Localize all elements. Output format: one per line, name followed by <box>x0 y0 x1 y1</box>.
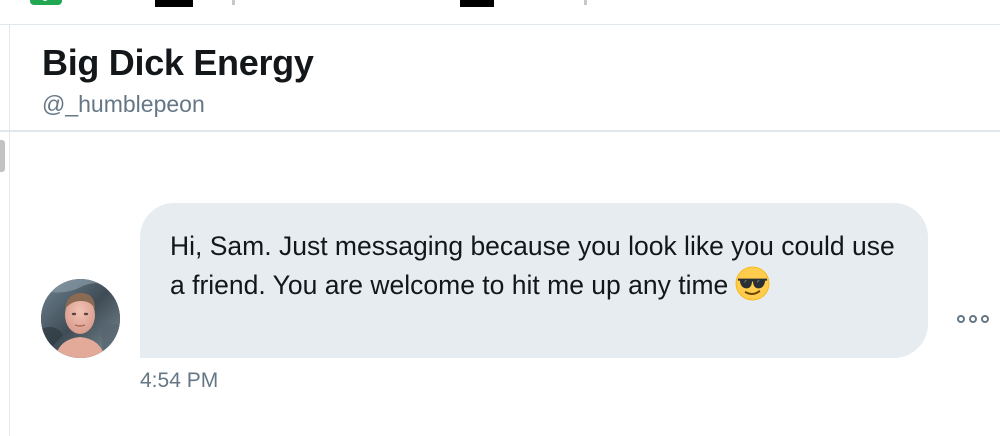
cropped-mark <box>232 0 235 5</box>
header-divider <box>0 130 1000 132</box>
more-options-button[interactable] <box>957 310 997 330</box>
green-tab-icon <box>30 0 62 5</box>
message-text: Hi, Sam. Just messaging because you look… <box>170 231 895 300</box>
scrollbar-thumb[interactable] <box>0 140 5 172</box>
more-horizontal-icon <box>969 315 977 323</box>
avatar[interactable] <box>41 279 120 358</box>
conversation-header[interactable]: Big Dick Energy @_humblepeon <box>10 25 1000 130</box>
cropped-top-bar <box>0 0 1000 24</box>
message-content: Hi, Sam. Just messaging because you look… <box>170 227 900 305</box>
cropped-mark <box>584 0 587 5</box>
conversation-display-name[interactable]: Big Dick Energy <box>42 42 314 84</box>
conversation-handle: @_humblepeon <box>42 91 205 117</box>
message-bubble[interactable]: Hi, Sam. Just messaging because you look… <box>140 203 928 358</box>
redaction-block <box>460 0 494 7</box>
message-timestamp: 4:54 PM <box>140 369 219 392</box>
more-horizontal-icon <box>981 315 989 323</box>
redaction-block <box>155 0 193 7</box>
dm-conversation-panel: Big Dick Energy @_humblepeon Hi, Sam. Ju… <box>0 0 1000 436</box>
avatar-photo <box>41 279 120 358</box>
more-horizontal-icon <box>957 315 965 323</box>
sunglasses-emoji-icon <box>735 266 770 301</box>
